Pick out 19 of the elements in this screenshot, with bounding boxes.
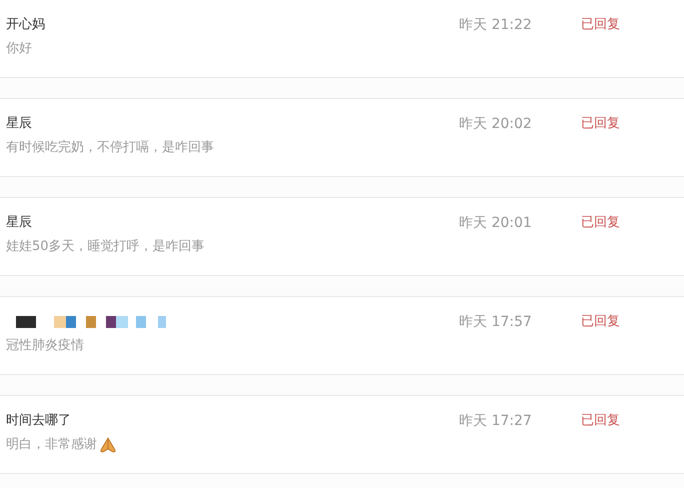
message-preview: 有时候吃完奶，不停打嗝，是咋回事 xyxy=(6,139,214,157)
reply-status: 已回复 xyxy=(581,115,620,133)
sender-name: 星辰 xyxy=(6,115,33,133)
message-preview: 明白，非常感谢 xyxy=(6,436,97,454)
message-time: 昨天 20:02 xyxy=(459,115,533,133)
message-preview: 冠性肺炎疫情 xyxy=(6,337,84,355)
reply-status: 已回复 xyxy=(581,412,620,430)
message-time: 昨天 17:57 xyxy=(459,313,533,331)
message-time: 昨天 21:22 xyxy=(459,16,533,34)
reply-status: 已回复 xyxy=(581,16,620,34)
sender-name: 开心妈 xyxy=(6,16,46,34)
sender-name: 时间去哪了 xyxy=(6,412,72,430)
reply-status: 已回复 xyxy=(581,313,620,331)
message-time: 昨天 20:01 xyxy=(459,214,533,232)
sender-name: 星辰 xyxy=(6,214,33,232)
reply-status: 已回复 xyxy=(581,214,620,232)
message-preview: 你好 xyxy=(6,40,32,58)
message-preview: 娃娃50多天，睡觉打呼，是咋回事 xyxy=(6,238,205,256)
message-time: 昨天 17:27 xyxy=(459,412,533,430)
